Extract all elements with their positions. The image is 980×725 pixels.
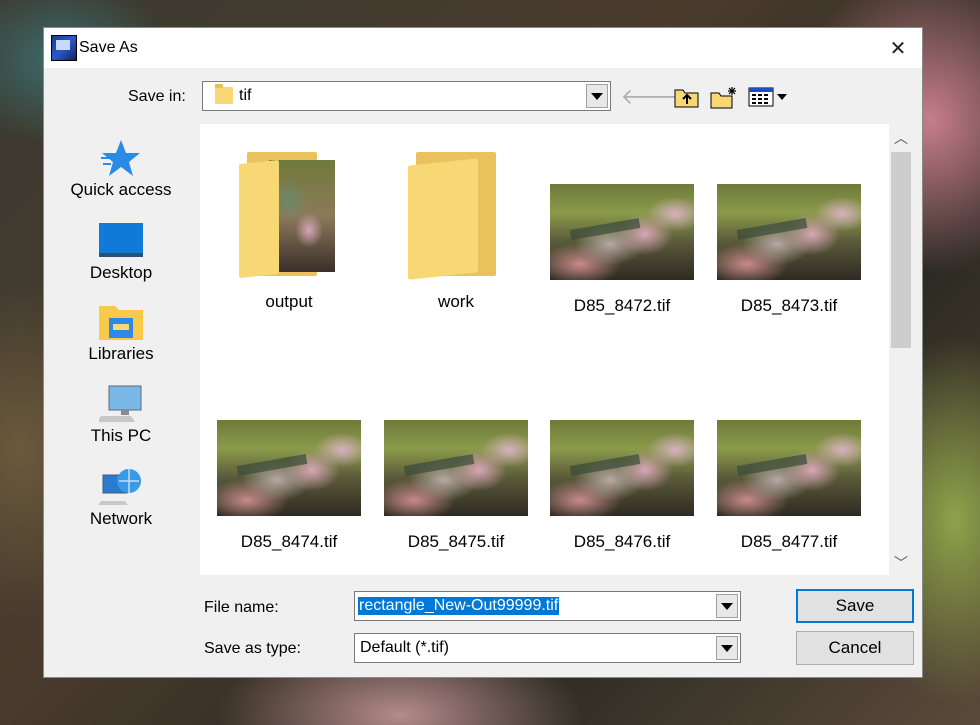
file-item[interactable]: D85_8472.tif: [542, 184, 702, 316]
close-button[interactable]: ✕: [874, 28, 922, 68]
image-thumbnail: [384, 420, 528, 516]
scroll-up-icon[interactable]: ︿: [889, 126, 913, 150]
file-item[interactable]: D85_8474.tif: [209, 420, 369, 552]
save-as-type-label: Save as type:: [204, 640, 301, 657]
file-name-value[interactable]: rectangle_New-Out99999.tif: [358, 597, 560, 615]
place-this-pc[interactable]: This PC: [44, 384, 198, 446]
file-name-label: File name:: [204, 599, 279, 616]
file-name: D85_8477.tif: [740, 532, 838, 551]
save-in-label: Save in:: [128, 88, 186, 105]
file-item[interactable]: D85_8475.tif: [376, 420, 536, 552]
place-label: Libraries: [88, 344, 154, 363]
window-title: Save As: [79, 39, 138, 56]
file-list[interactable]: output work D85_8472.tif D85_8473.tif D8…: [200, 124, 889, 575]
file-name-dropdown-arrow[interactable]: [716, 594, 738, 618]
file-name: D85_8472.tif: [573, 296, 671, 315]
file-name: D85_8476.tif: [573, 532, 671, 551]
desktop-icon: [99, 221, 143, 261]
image-thumbnail: [217, 420, 361, 516]
place-label: Quick access: [70, 180, 172, 199]
place-desktop[interactable]: Desktop: [44, 221, 198, 283]
network-icon: [98, 467, 143, 507]
places-bar: Quick access Desktop Libraries This PC N…: [44, 124, 194, 574]
file-name: output: [265, 292, 313, 311]
up-one-level-button[interactable]: [674, 84, 700, 110]
save-as-dialog: Save As ✕ Save in: tif 🡐 Quick access De…: [43, 27, 923, 678]
folder-icon: [215, 84, 233, 104]
place-libraries[interactable]: Libraries: [44, 302, 198, 364]
scroll-thumb[interactable]: [891, 152, 911, 348]
file-name: D85_8473.tif: [740, 296, 838, 315]
file-item[interactable]: work: [376, 152, 536, 312]
file-name: work: [438, 292, 474, 311]
vertical-scrollbar[interactable]: ︿ ﹀: [889, 124, 913, 575]
scroll-down-icon[interactable]: ﹀: [889, 551, 913, 575]
view-menu-button[interactable]: [747, 84, 791, 110]
computer-icon: [97, 384, 143, 424]
image-thumbnail: [550, 420, 694, 516]
image-thumbnail: [717, 420, 861, 516]
place-label: Desktop: [89, 263, 153, 282]
save-as-type-value: Default (*.tif): [360, 639, 449, 656]
back-button[interactable]: 🡐: [621, 84, 680, 110]
app-icon: [51, 35, 77, 61]
file-item[interactable]: output: [209, 152, 369, 312]
place-network[interactable]: Network: [44, 467, 198, 529]
back-arrow-icon: 🡐: [620, 84, 680, 109]
close-icon: ✕: [889, 37, 907, 60]
new-folder-button[interactable]: [710, 84, 738, 110]
folder-icon: [239, 152, 339, 279]
up-folder-icon: [674, 89, 699, 108]
place-label: Network: [89, 509, 153, 528]
save-button[interactable]: Save: [796, 589, 914, 623]
save-in-dropdown[interactable]: tif: [202, 81, 611, 111]
file-name: D85_8475.tif: [407, 532, 505, 551]
file-item[interactable]: D85_8477.tif: [709, 420, 869, 552]
save-in-dropdown-arrow[interactable]: [586, 84, 608, 108]
image-thumbnail: [717, 184, 861, 280]
file-name: D85_8474.tif: [240, 532, 338, 551]
star-icon: [99, 138, 143, 178]
new-folder-icon: [710, 87, 736, 109]
file-item[interactable]: D85_8476.tif: [542, 420, 702, 552]
save-as-type-dropdown[interactable]: Default (*.tif): [354, 633, 741, 663]
libraries-icon: [99, 302, 143, 342]
title-bar[interactable]: Save As ✕: [44, 28, 922, 68]
file-item[interactable]: D85_8473.tif: [709, 184, 869, 316]
folder-icon: [406, 152, 506, 280]
place-quick-access[interactable]: Quick access: [44, 138, 198, 200]
cancel-button[interactable]: Cancel: [796, 631, 914, 665]
save-in-value: tif: [239, 87, 252, 104]
save-as-type-dropdown-arrow[interactable]: [716, 636, 738, 660]
view-menu-icon: [748, 87, 787, 107]
image-thumbnail: [550, 184, 694, 280]
place-label: This PC: [90, 426, 152, 445]
file-name-input[interactable]: rectangle_New-Out99999.tif: [354, 591, 741, 621]
